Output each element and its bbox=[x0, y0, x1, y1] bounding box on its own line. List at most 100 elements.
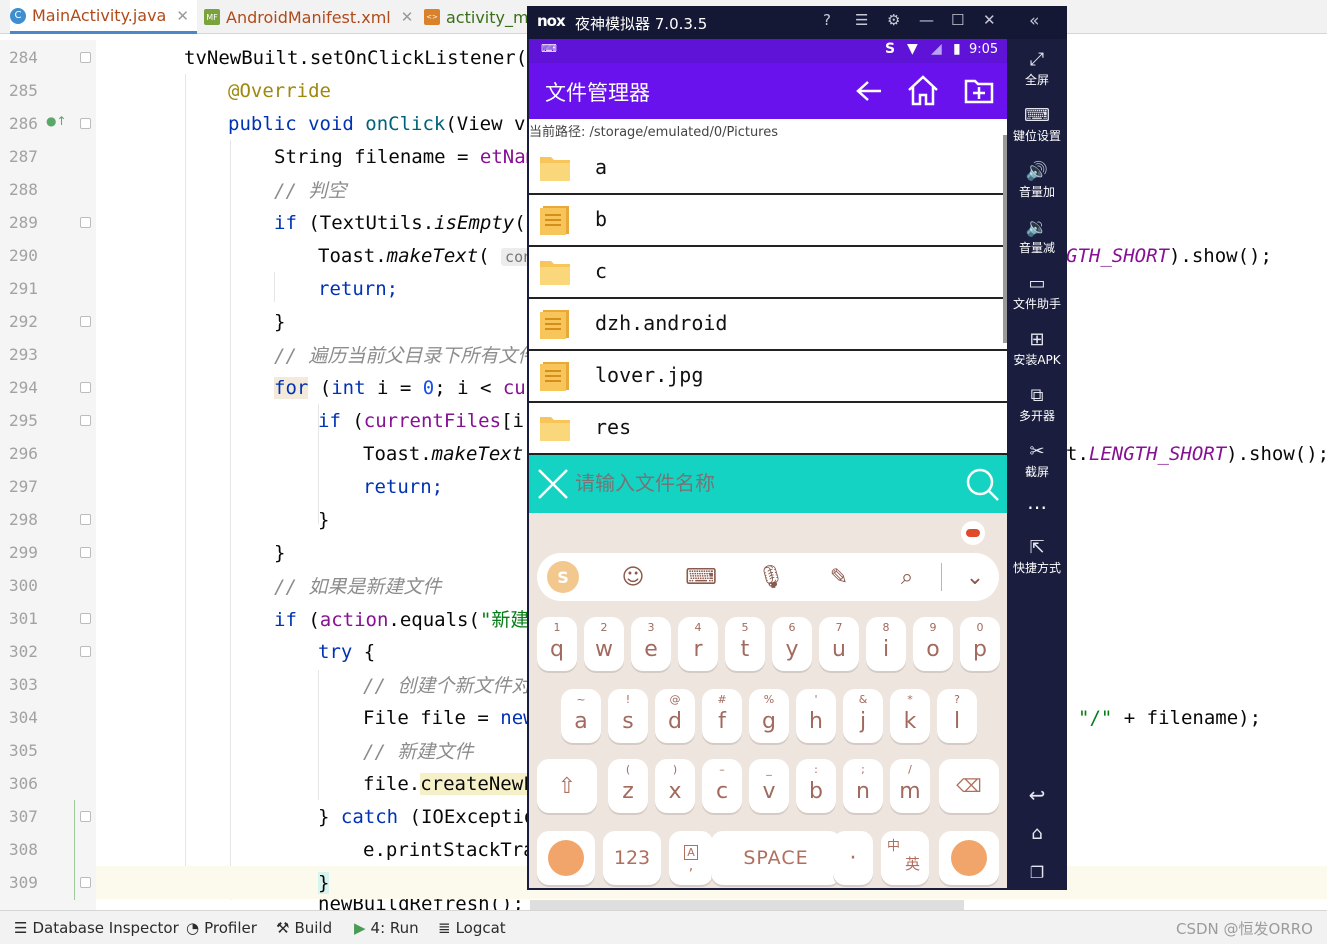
override-marker-icon[interactable]: ●↑ bbox=[46, 114, 67, 128]
run-button[interactable]: ▶ 4: Run bbox=[354, 919, 419, 937]
maximize-icon[interactable]: ☐ bbox=[951, 11, 964, 29]
tab-main-activity[interactable]: C MainActivity.java ✕ bbox=[10, 0, 197, 34]
key-x[interactable]: ) x bbox=[655, 759, 695, 813]
fold-marker[interactable] bbox=[80, 547, 91, 558]
sidebar-item-install-apk[interactable]: ⊞ 安装APK bbox=[1007, 329, 1067, 368]
period-key[interactable]: · bbox=[833, 831, 873, 885]
sidebar-item-screenshot[interactable]: ✂ 截屏 bbox=[1007, 441, 1067, 480]
key-k[interactable]: * k bbox=[890, 689, 930, 743]
search-icon[interactable]: ⌕ bbox=[893, 563, 921, 591]
close-icon[interactable]: ✕ bbox=[176, 7, 189, 25]
android-screen[interactable]: ⌨ S ▼ ◢ ▮ 9:05 文件管理器 当前路径: /storage/emul… bbox=[529, 39, 1007, 888]
emoji-icon[interactable]: ☺ bbox=[619, 563, 647, 591]
sidebar-item-volume-down[interactable]: 🔉 音量减 bbox=[1007, 217, 1067, 256]
sidebar-item-shortcut[interactable]: ⇱ 快捷方式 bbox=[1007, 537, 1067, 576]
key-t[interactable]: 5t bbox=[725, 617, 765, 671]
key-b[interactable]: :b bbox=[796, 759, 836, 813]
fold-marker[interactable] bbox=[80, 415, 91, 426]
key-d[interactable]: @ d bbox=[655, 689, 695, 743]
back-arrow-icon[interactable] bbox=[855, 79, 883, 103]
fold-marker[interactable] bbox=[80, 811, 91, 822]
key-g[interactable]: % g bbox=[749, 689, 789, 743]
android-back-icon[interactable]: ↩ bbox=[1007, 783, 1067, 807]
build-button[interactable]: ⚒ Build bbox=[276, 919, 332, 937]
sidebar-item-file-helper[interactable]: ▭ 文件助手 bbox=[1007, 273, 1067, 312]
key-a[interactable]: ~ a bbox=[561, 689, 601, 743]
help-icon[interactable]: ? bbox=[823, 11, 831, 29]
key-q[interactable]: 1q bbox=[537, 617, 577, 671]
key-f[interactable]: # f bbox=[702, 689, 742, 743]
key-u[interactable]: 7u bbox=[819, 617, 859, 671]
android-home-icon[interactable]: ⌂ bbox=[1007, 823, 1067, 844]
tab-activity-layout[interactable]: <> activity_ma bbox=[424, 0, 538, 34]
voice-input-icon[interactable]: 🎙 bbox=[757, 563, 785, 591]
horizontal-scrollbar[interactable] bbox=[530, 900, 964, 910]
profiler-button[interactable]: ◔ Profiler bbox=[186, 919, 257, 937]
file-list-item[interactable]: a bbox=[529, 143, 1007, 195]
key-s[interactable]: ! s bbox=[608, 689, 648, 743]
fold-marker[interactable] bbox=[80, 52, 91, 63]
mascot-key[interactable] bbox=[537, 831, 595, 885]
sogou-logo-icon[interactable]: S bbox=[547, 561, 579, 593]
key-w[interactable]: 2w bbox=[584, 617, 624, 671]
file-list-item[interactable]: lover.jpg bbox=[529, 351, 1007, 403]
minimize-icon[interactable]: — bbox=[919, 11, 934, 29]
file-list-item[interactable]: dzh.android bbox=[529, 299, 1007, 351]
database-inspector-button[interactable]: ☰ Database Inspector bbox=[14, 919, 179, 937]
file-name-search-input[interactable] bbox=[575, 471, 955, 495]
sidebar-item-fullscreen[interactable]: ⤢ 全屏 bbox=[1007, 49, 1067, 88]
fold-marker[interactable] bbox=[80, 118, 91, 129]
key-p[interactable]: 0p bbox=[960, 617, 1000, 671]
key-o[interactable]: 9o bbox=[913, 617, 953, 671]
key-c[interactable]: – c bbox=[702, 759, 742, 813]
fold-marker[interactable] bbox=[80, 877, 91, 888]
file-list-item[interactable]: res bbox=[529, 403, 1007, 455]
key-i[interactable]: 8i bbox=[866, 617, 906, 671]
key-m[interactable]: / m bbox=[890, 759, 930, 813]
fold-marker[interactable] bbox=[80, 382, 91, 393]
key-n[interactable]: ; n bbox=[843, 759, 883, 813]
key-j[interactable]: & j bbox=[843, 689, 883, 743]
more-icon[interactable]: ⋯ bbox=[1007, 495, 1067, 519]
fold-marker[interactable] bbox=[80, 646, 91, 657]
logcat-button[interactable]: ≣ Logcat bbox=[438, 919, 506, 937]
key-y[interactable]: 6y bbox=[772, 617, 812, 671]
shift-key[interactable]: ⇧ bbox=[537, 759, 597, 813]
tab-android-manifest[interactable]: MF AndroidManifest.xml ✕ bbox=[204, 0, 413, 34]
file-list-item[interactable]: c bbox=[529, 247, 1007, 299]
language-switch-key[interactable]: 中 英 bbox=[881, 831, 929, 885]
file-list-item[interactable]: b bbox=[529, 195, 1007, 247]
sidebar-item-multi-instance[interactable]: ⧉ 多开器 bbox=[1007, 385, 1067, 424]
keyboard-layout-icon[interactable]: ⌨ bbox=[685, 563, 717, 591]
fold-marker[interactable] bbox=[80, 514, 91, 525]
handwriting-icon[interactable]: ✎ bbox=[825, 563, 853, 591]
menu-icon[interactable]: ☰ bbox=[855, 11, 868, 29]
key-z[interactable]: (z bbox=[608, 759, 648, 813]
fold-marker[interactable] bbox=[80, 613, 91, 624]
close-icon[interactable]: ✕ bbox=[401, 8, 414, 26]
collapse-sidebar-icon[interactable]: « bbox=[1029, 11, 1039, 31]
search-icon[interactable] bbox=[965, 467, 1001, 503]
sidebar-item-keyboard[interactable]: ⌨ 键位设置 bbox=[1007, 105, 1067, 144]
numbers-key[interactable]: 123 bbox=[603, 831, 661, 885]
chevron-down-icon[interactable]: ⌄ bbox=[961, 563, 989, 591]
clear-icon[interactable] bbox=[537, 468, 569, 500]
key-h[interactable]: ' h bbox=[796, 689, 836, 743]
symbols-key[interactable]: A , bbox=[669, 831, 713, 885]
settings-icon[interactable]: ⚙ bbox=[887, 11, 900, 29]
new-folder-icon[interactable] bbox=[963, 75, 995, 105]
fold-marker[interactable] bbox=[80, 316, 91, 327]
android-recents-icon[interactable]: ❐ bbox=[1007, 863, 1067, 882]
close-icon[interactable]: ✕ bbox=[983, 11, 996, 29]
delete-key[interactable]: ⌫ bbox=[939, 759, 999, 813]
space-key[interactable]: SPACE bbox=[711, 831, 841, 885]
key-v[interactable]: _ v bbox=[749, 759, 789, 813]
sidebar-item-volume-up[interactable]: 🔊 音量加 bbox=[1007, 161, 1067, 200]
fold-marker[interactable] bbox=[80, 217, 91, 228]
key-r[interactable]: 4r bbox=[678, 617, 718, 671]
keyboard-mascot-icon[interactable] bbox=[961, 521, 985, 545]
mascot-key[interactable] bbox=[939, 831, 999, 885]
home-icon[interactable] bbox=[905, 73, 941, 107]
key-e[interactable]: 3e bbox=[631, 617, 671, 671]
key-l[interactable]: ? l bbox=[937, 689, 977, 743]
